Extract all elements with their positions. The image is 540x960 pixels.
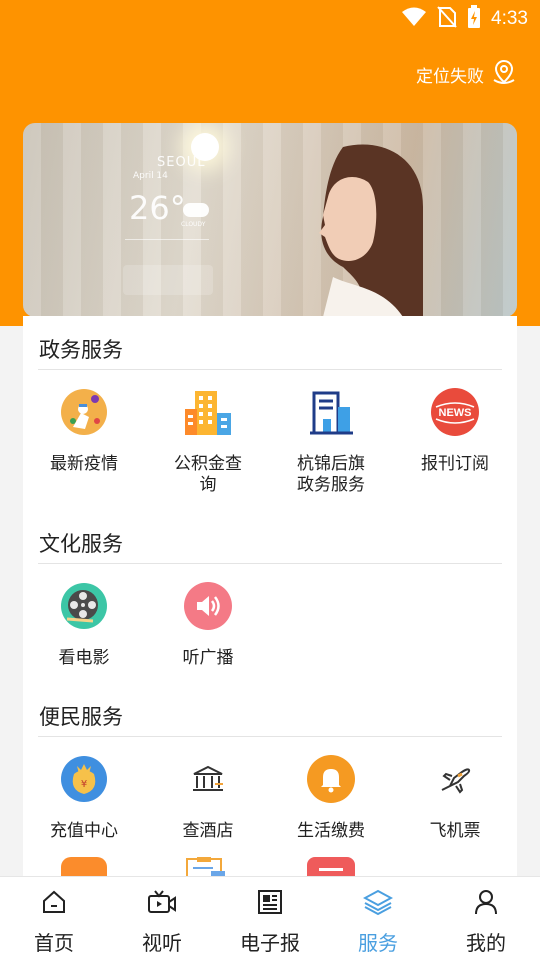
service-housing-fund[interactable]: 公积金查询 <box>153 386 263 496</box>
service-label: 看电影 <box>58 648 110 668</box>
weather-condition: CLOUDY <box>181 221 206 228</box>
bell-icon <box>305 753 357 805</box>
service-label: 报刊订阅 <box>421 454 489 474</box>
svg-text:¥: ¥ <box>81 779 87 790</box>
section-divider <box>38 563 502 564</box>
building-icon <box>182 386 234 438</box>
section-title-culture: 文化服务 <box>39 532 123 556</box>
tab-label: 视听 <box>142 931 182 955</box>
tab-label: 我的 <box>466 931 506 955</box>
battery-icon <box>467 5 481 33</box>
section-divider <box>38 736 502 737</box>
weather-date: April 14 <box>133 171 168 181</box>
section-title-government: 政务服务 <box>39 338 123 362</box>
location-status[interactable]: 定位失败 <box>416 58 518 91</box>
hotel-icon <box>182 753 234 805</box>
service-recharge[interactable]: ¥ 充值中心 <box>29 753 139 842</box>
no-sim-icon <box>437 6 457 32</box>
widget-divider <box>125 239 209 240</box>
service-label: 飞机票 <box>429 821 481 841</box>
tab-profile[interactable]: 我的 <box>432 877 540 960</box>
government-icon <box>305 386 357 438</box>
section-divider <box>38 369 502 370</box>
service-utility-payment[interactable]: 生活缴费 <box>276 753 386 842</box>
bottom-tab-bar: 首页 视听 电子报 服务 我的 <box>0 876 540 960</box>
tab-label: 服务 <box>358 931 398 955</box>
service-label: 生活缴费 <box>297 821 365 841</box>
service-label: 听广播 <box>182 648 234 668</box>
news-icon: NEWS <box>429 386 481 438</box>
service-hotel[interactable]: 查酒店 <box>153 753 263 842</box>
tab-label: 电子报 <box>240 931 300 955</box>
weather-temp: 26° <box>129 189 186 227</box>
video-icon <box>147 887 177 917</box>
status-time: 4:33 <box>491 8 528 29</box>
newspaper-icon <box>255 887 285 917</box>
service-radio[interactable]: 听广播 <box>153 580 263 669</box>
service-flight-ticket[interactable]: 飞机票 <box>400 753 510 842</box>
weather-city: SEOUL <box>157 155 206 170</box>
layers-icon <box>363 887 393 917</box>
tab-label: 首页 <box>34 931 74 955</box>
epidemic-icon <box>58 386 110 438</box>
service-epidemic[interactable]: 最新疫情 <box>29 386 139 475</box>
service-movie[interactable]: 看电影 <box>29 580 139 669</box>
film-reel-icon <box>58 580 110 632</box>
service-label: 最新疫情 <box>50 454 118 474</box>
tab-e-newspaper[interactable]: 电子报 <box>216 877 324 960</box>
weather-widget: SEOUL April 14 26° CLOUDY <box>123 155 243 300</box>
tab-home[interactable]: 首页 <box>0 877 108 960</box>
speaker-icon <box>182 580 234 632</box>
wifi-icon <box>401 7 427 31</box>
service-label: 杭锦后旗政务服务 <box>297 454 365 495</box>
service-newspaper-subscription[interactable]: NEWS 报刊订阅 <box>400 386 510 475</box>
status-bar: 4:33 <box>0 0 540 36</box>
service-government-affairs[interactable]: 杭锦后旗政务服务 <box>276 386 386 496</box>
svg-text:NEWS: NEWS <box>439 407 472 419</box>
section-title-convenience: 便民服务 <box>39 705 123 729</box>
forecast-strip <box>123 265 213 295</box>
woman-portrait <box>319 144 423 317</box>
tab-services[interactable]: 服务 <box>324 877 432 960</box>
home-icon <box>39 887 69 917</box>
tab-video[interactable]: 视听 <box>108 877 216 960</box>
cloud-icon <box>183 203 209 217</box>
user-icon <box>471 887 501 917</box>
service-label: 查酒店 <box>182 821 234 841</box>
services-card: 政务服务 最新疫情 公积金查询 杭锦后旗政务服务 NEWS 报刊订阅 文化服务 … <box>23 316 517 916</box>
service-label: 充值中心 <box>50 821 118 841</box>
location-label: 定位失败 <box>416 67 484 87</box>
service-label: 公积金查询 <box>174 454 242 495</box>
banner-background <box>23 123 517 317</box>
promo-banner[interactable]: SEOUL April 14 26° CLOUDY <box>23 123 517 317</box>
airplane-icon <box>429 753 481 805</box>
money-bag-icon: ¥ <box>58 753 110 805</box>
location-pin-icon <box>490 58 518 91</box>
